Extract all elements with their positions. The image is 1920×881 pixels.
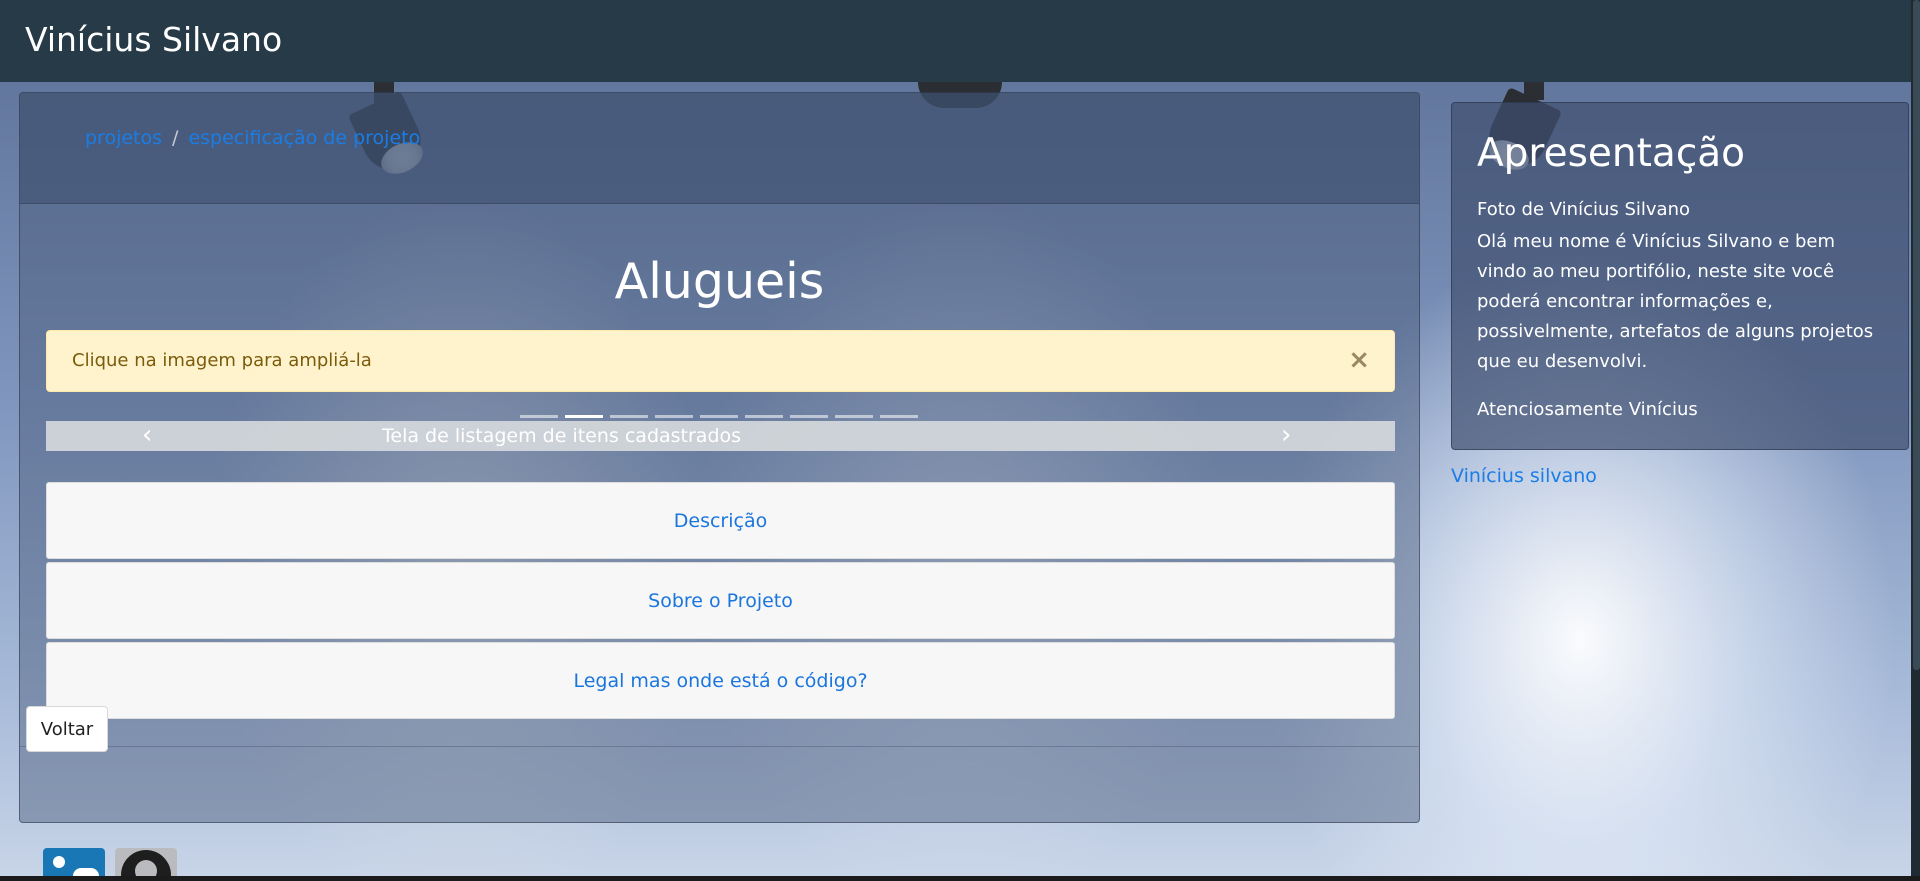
presentation-signature: Atenciosamente Vinícius [1477, 399, 1698, 420]
bottom-edge [0, 876, 1920, 881]
breadcrumb-separator: / [172, 127, 179, 149]
accordion-description[interactable]: Descrição [46, 482, 1395, 559]
accordion-label[interactable]: Sobre o Projeto [648, 590, 793, 612]
presentation-text: Olá meu nome é Vinícius Silvano e bem vi… [1477, 231, 1874, 372]
accordion-where-code[interactable]: Legal mas onde está o código? [46, 642, 1395, 719]
accordion-about-project[interactable]: Sobre o Projeto [46, 562, 1395, 639]
carousel-indicator[interactable] [880, 415, 918, 418]
image-carousel[interactable]: ‹ Tela de listagem de itens cadastrados … [46, 421, 1395, 451]
breadcrumb-spec-link[interactable]: especificação de projeto [188, 127, 420, 149]
breadcrumb-projects-link[interactable]: projetos [85, 127, 162, 149]
top-navbar: Vinícius Silvano [0, 0, 1920, 82]
carousel-indicator[interactable] [700, 415, 738, 418]
presentation-card: Apresentação Foto de Vinícius Silvano Ol… [1451, 102, 1909, 450]
scrollbar-thumb[interactable] [1913, 0, 1920, 670]
brand-title[interactable]: Vinícius Silvano [25, 20, 282, 59]
carousel-indicator[interactable] [610, 415, 648, 418]
profile-link[interactable]: Vinícius silvano [1451, 465, 1597, 487]
info-alert: Clique na imagem para ampliá-la × [46, 330, 1395, 392]
profile-photo: Foto de Vinícius Silvano [1477, 199, 1691, 220]
project-card: projetos / especificação de projeto Alugue… [19, 92, 1420, 823]
close-icon[interactable]: × [1348, 345, 1370, 375]
carousel-indicator-active[interactable] [565, 415, 603, 418]
carousel-indicator[interactable] [745, 415, 783, 418]
carousel-indicator[interactable] [835, 415, 873, 418]
accordion-label[interactable]: Legal mas onde está o código? [573, 670, 867, 692]
breadcrumb: projetos / especificação de projeto [85, 127, 420, 149]
page-scrollbar[interactable] [1911, 0, 1920, 881]
carousel-caption: Tela de listagem de itens cadastrados [382, 425, 742, 447]
chevron-right-icon[interactable]: › [1281, 421, 1291, 449]
accordion-label[interactable]: Descrição [674, 510, 767, 532]
carousel-indicator[interactable] [655, 415, 693, 418]
chevron-left-icon[interactable]: ‹ [142, 421, 152, 449]
card-header: projetos / especificação de projeto [20, 93, 1419, 204]
page-title: Alugueis [614, 253, 825, 310]
card-footer [20, 746, 1419, 822]
back-button[interactable]: Voltar [26, 706, 108, 752]
presentation-title: Apresentação [1477, 131, 1746, 176]
alert-text: Clique na imagem para ampliá-la [72, 350, 372, 371]
carousel-indicator[interactable] [520, 415, 558, 418]
carousel-indicator[interactable] [790, 415, 828, 418]
linkedin-dot [53, 856, 65, 868]
